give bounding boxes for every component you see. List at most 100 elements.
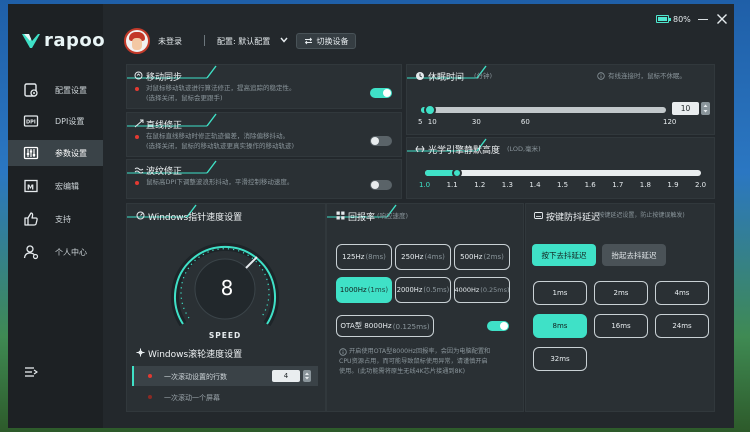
lod-tick-label: 1.5	[557, 181, 569, 189]
lod-tick-label: 1.1	[446, 181, 458, 189]
polling-2000hz-button[interactable]: 2000Hz (0.5ms)	[395, 277, 451, 303]
polling-rate-card: 回报率 (响应速度) 125Hz (8ms) 250Hz (4ms) 500Hz (2…	[326, 203, 524, 412]
polling-250hz-button[interactable]: 250Hz (4ms)	[395, 244, 451, 270]
speed-label: SPEED	[209, 331, 241, 340]
lod-slider-track[interactable]	[425, 168, 701, 178]
dpi-icon: DPI	[23, 115, 39, 127]
lod-tick-label: 1.6	[584, 181, 596, 189]
motion-sync-title: 移动同步	[146, 73, 183, 83]
sleep-stepper[interactable]	[701, 102, 710, 115]
tab-press-debounce[interactable]: 按下去抖延迟	[532, 244, 596, 266]
sleep-time-title: 休眠时间	[428, 73, 465, 83]
debounce-8ms-button[interactable]: 8ms	[533, 314, 587, 338]
lod-card: 光学引擎静默高度 (LOD,毫米) 1.0 1.1 1.2 1.3 1.4 1.5 1.6 1…	[406, 137, 715, 199]
svg-text:M: M	[27, 184, 34, 192]
brand-logo: rapoo	[21, 30, 105, 51]
config-icon	[24, 83, 38, 97]
avatar[interactable]	[124, 28, 150, 54]
tab-release-debounce[interactable]: 抬起去抖延迟	[602, 244, 666, 266]
collapse-sidebar-icon[interactable]	[24, 366, 38, 378]
scroll-settings-icon	[136, 348, 145, 357]
lod-tick-label: 1.4	[529, 181, 541, 189]
rapoo-logo-icon	[22, 33, 40, 48]
motion-sync-desc: 对鼠标移动轨迹进行算法修正，提高追踪的稳定性。	[146, 84, 296, 92]
angle-snap-desc: 在鼠标直线移动时修正轨迹偏差，消除偏移抖动。	[146, 132, 289, 140]
speed-value: 8	[220, 276, 234, 300]
polling-title: 回报率	[348, 213, 376, 223]
sleep-time-card: 休眠时间 (分钟) 有线连接时，鼠标不休眠。 5 10 30 60 120 10	[406, 64, 715, 135]
angle-snap-card: 直线修正 在鼠标直线移动时修正轨迹偏差，消除偏移抖动。 (选择关闭，鼠标的移动轨…	[126, 112, 402, 157]
lod-tick-label: 1.3	[501, 181, 513, 189]
debounce-16ms-button[interactable]: 16ms	[594, 314, 648, 338]
sleep-tick-label: 5	[418, 118, 423, 126]
debounce-2ms-button[interactable]: 2ms	[594, 281, 648, 305]
lod-unit: (LOD,毫米)	[507, 145, 541, 153]
sidebar-item-macro[interactable]: M 宏编辑	[8, 173, 103, 199]
ota-note-2: CPU资源占用，而可能导致鼠标使用异常，请谨慎开启	[339, 358, 488, 365]
sleep-slider-track[interactable]	[421, 104, 666, 116]
sidebar-item-label: 宏编辑	[55, 182, 79, 191]
profile-selector[interactable]: 配置: 默认配置	[217, 36, 270, 47]
close-icon[interactable]	[716, 13, 728, 25]
ota-8000hz-button[interactable]: OTA型 8000Hz (0.125ms)	[336, 315, 434, 337]
angle-snap-desc-2: (选择关闭，鼠标的移动轨迹更真实操作的移动轨迹)	[146, 142, 295, 150]
macro-icon: M	[24, 179, 38, 193]
scroll-lines-option[interactable]: 一次滚动设置的行数 4	[132, 366, 318, 386]
sidebar-item-user-center[interactable]: 个人中心	[8, 239, 103, 265]
angle-snap-icon	[134, 119, 144, 128]
info-icon	[339, 348, 347, 356]
sidebar-item-config[interactable]: 配置设置	[8, 77, 103, 103]
radio-dot	[148, 374, 152, 378]
debounce-24ms-button[interactable]: 24ms	[655, 314, 709, 338]
debounce-4ms-button[interactable]: 4ms	[655, 281, 709, 305]
scroll-lines-input[interactable]: 4	[272, 370, 300, 382]
scroll-page-label[interactable]: 一次滚动一个屏幕	[164, 393, 220, 403]
sleep-value-input[interactable]: 10	[672, 102, 699, 115]
sleep-slider-handle[interactable]	[423, 104, 436, 116]
polling-500hz-button[interactable]: 500Hz (2ms)	[454, 244, 510, 270]
chevron-down-icon[interactable]	[279, 35, 289, 45]
angle-snap-toggle[interactable]	[370, 136, 392, 146]
ripple-card: 波纹修正 鼠标高DPI下调整波浪形抖动，平滑控制移动速度。	[126, 159, 402, 199]
ripple-toggle[interactable]	[370, 180, 392, 190]
debounce-1ms-button[interactable]: 1ms	[533, 281, 587, 305]
radio-dot[interactable]	[148, 395, 152, 399]
polling-125hz-button[interactable]: 125Hz (8ms)	[336, 244, 392, 270]
app-window: rapoo 配置设置 DPI DPI设置 参数设置 M 宏编辑 支持 个人中心	[8, 4, 734, 428]
polling-1000hz-button[interactable]: 1000Hz (1ms)	[336, 277, 392, 303]
angle-snap-title: 直线修正	[146, 121, 183, 131]
sleep-tick-label: 30	[471, 118, 481, 126]
user-icon	[23, 245, 39, 260]
lod-tick-label: 1.7	[612, 181, 624, 189]
keyboard-icon	[534, 212, 543, 219]
motion-sync-toggle[interactable]	[370, 88, 392, 98]
debounce-32ms-button[interactable]: 32ms	[533, 347, 587, 371]
minimize-button[interactable]	[698, 19, 708, 20]
sidebar: rapoo 配置设置 DPI DPI设置 参数设置 M 宏编辑 支持 个人中心	[8, 4, 105, 428]
lod-tick-label: 1.8	[639, 181, 651, 189]
battery-icon	[656, 15, 671, 23]
ota-toggle[interactable]	[487, 321, 509, 331]
alert-dot	[135, 87, 139, 91]
user-area[interactable]	[124, 28, 150, 54]
sidebar-item-dpi[interactable]: DPI DPI设置	[8, 108, 103, 134]
sidebar-item-support[interactable]: 支持	[8, 206, 103, 232]
divider	[204, 35, 205, 46]
login-status[interactable]: 未登录	[158, 36, 182, 47]
motion-sync-desc-2: (选择关闭，鼠标会更跟手)	[146, 94, 223, 102]
sleep-time-unit: (分钟)	[474, 72, 493, 80]
motion-sync-card: 移动同步 对鼠标移动轨迹进行算法修正，提高追踪的稳定性。 (选择关闭，鼠标会更跟…	[126, 64, 402, 109]
sidebar-item-params[interactable]: 参数设置	[8, 140, 103, 166]
motion-sync-icon	[134, 71, 143, 80]
thumbs-up-icon	[24, 212, 38, 226]
polling-4000hz-button[interactable]: 4000Hz (0.25ms)	[454, 277, 510, 303]
sidebar-item-label: 参数设置	[55, 149, 87, 158]
sidebar-item-label: DPI设置	[55, 117, 85, 126]
scroll-lines-label: 一次滚动设置的行数	[164, 373, 227, 381]
lod-title: 光学引擎静默高度	[428, 146, 501, 156]
scroll-lines-stepper[interactable]	[303, 370, 311, 382]
brand-name: rapoo	[44, 30, 106, 51]
switch-device-button[interactable]: 切换设备	[296, 33, 356, 49]
debounce-card: 按键防抖延迟 (按键延迟设置，防止按键误触发) 按下去抖延迟 抬起去抖延迟 1m…	[525, 203, 715, 412]
lod-slider-handle[interactable]	[451, 168, 462, 178]
